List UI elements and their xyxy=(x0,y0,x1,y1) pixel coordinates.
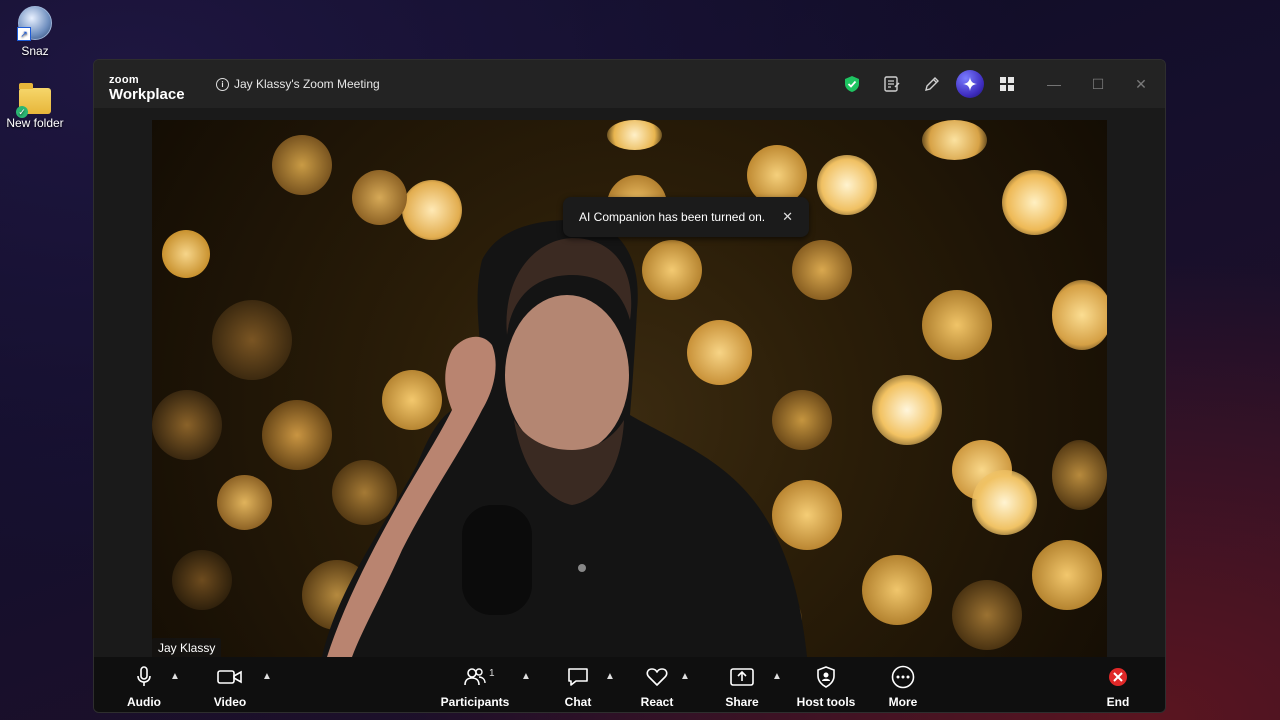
host-tools-button[interactable]: Host tools xyxy=(791,665,861,709)
host-shield-icon xyxy=(791,665,861,689)
audio-button[interactable]: Audio xyxy=(109,665,179,709)
video-button[interactable]: Video xyxy=(195,665,265,709)
participant-video[interactable]: AI Companion has been turned on. ✕ xyxy=(152,120,1107,657)
desktop-icon-new-folder[interactable]: ✓ New folder xyxy=(0,83,70,130)
pen-icon[interactable] xyxy=(920,72,944,96)
participant-name-tag: Jay Klassy xyxy=(152,638,222,658)
participants-options-chevron-icon[interactable]: ▲ xyxy=(521,671,531,682)
maximize-icon[interactable]: ☐ xyxy=(1088,74,1108,94)
participants-icon xyxy=(440,665,510,689)
end-meeting-icon xyxy=(1083,665,1153,689)
ai-companion-toast: AI Companion has been turned on. ✕ xyxy=(563,197,809,237)
apps-icon[interactable] xyxy=(995,72,1019,96)
audio-options-chevron-icon[interactable]: ▲ xyxy=(170,671,180,682)
meeting-info[interactable]: i Jay Klassy's Zoom Meeting xyxy=(216,77,380,91)
desktop-icon-label: Snaz xyxy=(21,44,49,58)
desktop-icon-label: New folder xyxy=(6,116,64,130)
chat-button[interactable]: Chat xyxy=(543,665,613,709)
camera-icon xyxy=(195,665,265,689)
end-button[interactable]: End xyxy=(1083,665,1153,709)
meeting-title: Jay Klassy's Zoom Meeting xyxy=(234,77,380,91)
notes-icon[interactable] xyxy=(880,72,904,96)
ai-companion-icon[interactable] xyxy=(956,70,984,98)
info-icon[interactable]: i xyxy=(216,77,229,91)
zoom-workplace-logo: zoom Workplace xyxy=(109,74,185,103)
desktop-icon-snaz[interactable]: ↗ Snaz xyxy=(0,6,70,58)
zoom-meeting-window: zoom Workplace i Jay Klassy's Zoom Meeti… xyxy=(93,59,1166,713)
close-icon[interactable]: ✕ xyxy=(1131,74,1151,94)
more-icon xyxy=(868,665,938,689)
participants-count: 1 xyxy=(489,668,495,679)
chat-options-chevron-icon[interactable]: ▲ xyxy=(605,671,615,682)
close-icon[interactable]: ✕ xyxy=(782,209,793,225)
share-options-chevron-icon[interactable]: ▲ xyxy=(772,671,782,682)
minimize-icon[interactable]: — xyxy=(1044,74,1064,94)
react-options-chevron-icon[interactable]: ▲ xyxy=(680,671,690,682)
title-bar[interactable]: zoom Workplace i Jay Klassy's Zoom Meeti… xyxy=(94,60,1165,108)
video-options-chevron-icon[interactable]: ▲ xyxy=(262,671,272,682)
toast-message: AI Companion has been turned on. xyxy=(579,210,766,224)
chat-icon xyxy=(543,665,613,689)
folder-icon: ✓ xyxy=(16,83,51,118)
microphone-icon xyxy=(109,665,179,689)
snaz-app-icon: ↗ xyxy=(17,6,52,41)
share-button[interactable]: Share xyxy=(707,665,777,709)
more-button[interactable]: More xyxy=(868,665,938,709)
participants-button[interactable]: Participants xyxy=(440,665,510,709)
meeting-toolbar: Audio ▲ Video ▲ Participants 1 ▲ Chat ▲ xyxy=(94,657,1165,712)
share-screen-icon xyxy=(707,665,777,689)
shield-icon[interactable] xyxy=(840,72,864,96)
